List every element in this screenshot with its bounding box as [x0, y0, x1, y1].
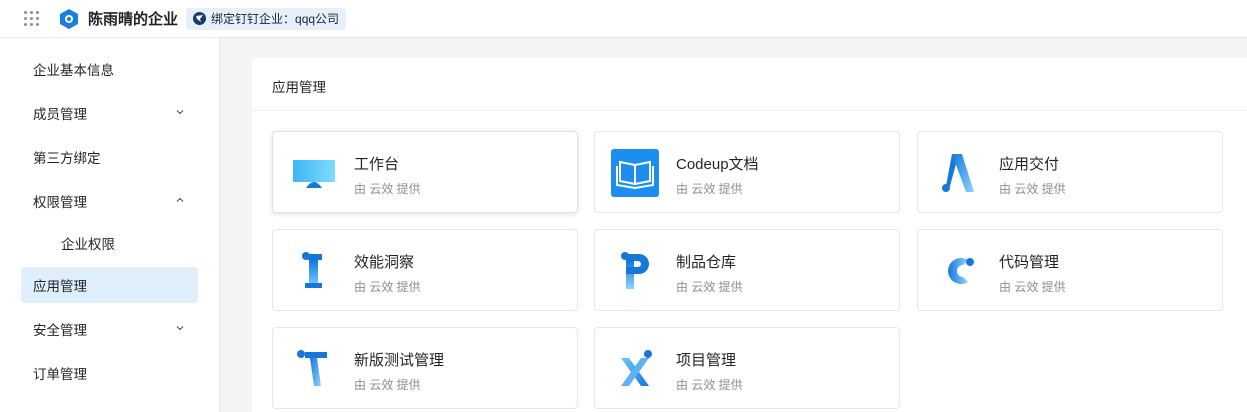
sidebar-item-label: 第三方绑定 — [33, 151, 101, 166]
app-name: 应用交付 — [999, 156, 1060, 173]
app-name: 效能洞察 — [354, 254, 415, 271]
dingtalk-bind-badge[interactable]: 绑定钉钉企业：qqq公司 — [186, 7, 347, 30]
app-provider: 由 云效 提供 — [676, 378, 743, 392]
app-name: 代码管理 — [999, 254, 1060, 271]
sidebar-item-org-permissions[interactable]: 企业权限 — [21, 225, 198, 261]
app-name: 工作台 — [354, 156, 400, 173]
app-provider: 由 云效 提供 — [354, 182, 421, 196]
app-card-workbench[interactable]: 工作台 由 云效 提供 — [272, 131, 578, 213]
app-name: 新版测试管理 — [354, 352, 445, 369]
yunxiao-logo-icon[interactable] — [60, 8, 78, 29]
sidebar-item-label: 应用管理 — [33, 279, 87, 294]
apps-grid-icon[interactable] — [24, 10, 40, 27]
app-card-codeup-docs[interactable]: Codeup文档 由 云效 提供 — [594, 131, 900, 213]
sidebar-item-org-info[interactable]: 企业基本信息 — [21, 51, 198, 87]
chevron-down-icon — [176, 110, 184, 115]
workbench-monitor-icon — [293, 160, 335, 188]
app-card-code-management[interactable]: 代码管理 由 云效 提供 — [917, 229, 1223, 311]
page-title: 应用管理 — [272, 80, 326, 95]
app-provider: 由 云效 提供 — [999, 182, 1066, 196]
chevron-up-icon — [176, 197, 184, 202]
app-provider: 由 云效 提供 — [354, 378, 421, 392]
sidebar-item-label: 成员管理 — [33, 107, 87, 122]
app-provider: 由 云效 提供 — [354, 280, 421, 294]
sidebar: 企业基本信息 成员管理 第三方绑定 权限管理 企业权限 应用管理 安全管理 订单… — [0, 38, 220, 412]
app-card-new-test-management[interactable]: 新版测试管理 由 云效 提供 — [272, 327, 578, 409]
sidebar-item-orders[interactable]: 订单管理 — [21, 355, 198, 391]
letter-a-icon — [942, 154, 974, 192]
app-provider: 由 云效 提供 — [676, 182, 743, 196]
app-name: 制品仓库 — [676, 254, 737, 271]
top-bar: 陈雨晴的企业 绑定钉钉企业：qqq公司 — [0, 0, 1247, 38]
book-icon — [611, 149, 659, 197]
letter-i-icon — [302, 252, 322, 288]
sidebar-item-label: 企业权限 — [61, 237, 115, 252]
app-card-app-delivery[interactable]: 应用交付 由 云效 提供 — [917, 131, 1223, 213]
org-name[interactable]: 陈雨晴的企业 — [88, 8, 178, 29]
sidebar-item-security[interactable]: 安全管理 — [21, 311, 198, 347]
divider — [252, 110, 1247, 111]
letter-t-icon — [297, 350, 327, 386]
app-provider: 由 云效 提供 — [999, 280, 1066, 294]
letter-p-icon — [621, 252, 649, 289]
app-provider: 由 云效 提供 — [676, 280, 743, 294]
app-name: 项目管理 — [676, 352, 737, 369]
app-card-project-management[interactable]: 项目管理 由 云效 提供 — [594, 327, 900, 409]
letter-c-icon — [948, 258, 974, 284]
sidebar-item-members[interactable]: 成员管理 — [21, 95, 198, 131]
sidebar-item-label: 安全管理 — [33, 323, 87, 338]
app-management-panel: 应用管理 工作台 由 云效 提供 Codeup文档 由 云效 提供 应用交付 由… — [252, 58, 1247, 412]
letter-x-icon — [621, 350, 652, 386]
sidebar-item-label: 权限管理 — [33, 195, 87, 210]
sidebar-item-label: 订单管理 — [33, 367, 87, 382]
app-name: Codeup文档 — [676, 156, 759, 173]
sidebar-item-third-party[interactable]: 第三方绑定 — [21, 139, 198, 175]
dingtalk-icon — [193, 12, 207, 25]
app-card-artifact-repo[interactable]: 制品仓库 由 云效 提供 — [594, 229, 900, 311]
sidebar-item-label: 企业基本信息 — [33, 63, 114, 78]
chevron-down-icon — [176, 326, 184, 331]
dingtalk-bind-label: 绑定钉钉企业：qqq公司 — [211, 12, 340, 26]
sidebar-item-app-management[interactable]: 应用管理 — [21, 267, 198, 303]
sidebar-item-permissions[interactable]: 权限管理 — [21, 183, 198, 219]
app-card-insight[interactable]: 效能洞察 由 云效 提供 — [272, 229, 578, 311]
